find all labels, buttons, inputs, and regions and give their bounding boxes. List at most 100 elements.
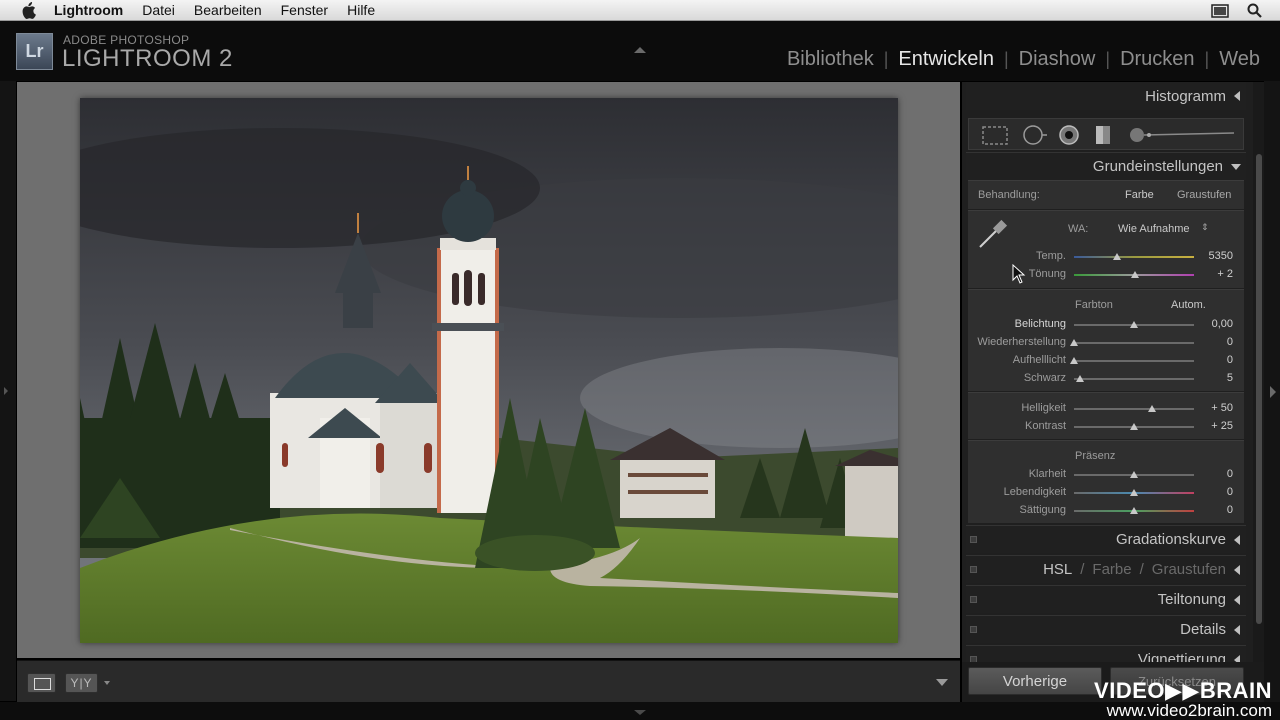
collapse-top-panel-icon[interactable] <box>634 47 646 53</box>
clarity-slider-knob[interactable] <box>1130 471 1138 478</box>
main-toolbar: Y|Y <box>17 660 960 702</box>
brightness-slider-track[interactable] <box>1074 408 1194 410</box>
collapse-arrow-icon <box>1231 163 1241 170</box>
tool-strip <box>968 118 1244 150</box>
section-split-toning[interactable]: Teiltonung <box>966 585 1246 613</box>
treatment-grayscale-button[interactable]: Graustufen <box>1177 189 1231 201</box>
blacks-slider-knob[interactable] <box>1076 375 1084 382</box>
collapse-right-panel-icon[interactable] <box>1270 386 1276 398</box>
before-after-button[interactable]: Y|Y <box>65 673 98 693</box>
expand-arrow-icon <box>1234 564 1240 575</box>
clarity-value[interactable]: 0 <box>1193 468 1233 480</box>
apple-icon[interactable] <box>20 1 36 19</box>
saturation-value[interactable]: 0 <box>1193 504 1233 516</box>
menu-fenster[interactable]: Fenster <box>281 2 328 18</box>
expand-arrow-icon <box>1234 594 1240 605</box>
wb-eyedropper-icon[interactable] <box>976 217 1010 251</box>
brand-main-text: LIGHTROOM 2 <box>62 45 233 72</box>
section-toggle-icon[interactable] <box>970 626 977 633</box>
panel-scrollbar-thumb[interactable] <box>1256 154 1262 624</box>
section-toggle-icon[interactable] <box>970 596 977 603</box>
exposure-label: Belichtung <box>1014 318 1066 330</box>
image-view[interactable] <box>17 82 960 658</box>
loupe-view-button[interactable] <box>27 673 56 693</box>
brightness-slider-knob[interactable] <box>1148 405 1156 412</box>
section-title: Gradationskurve <box>1115 531 1226 548</box>
temp-slider-track[interactable] <box>1074 256 1194 258</box>
blacks-value[interactable]: 5 <box>1193 372 1233 384</box>
module-web[interactable]: Web <box>1209 48 1270 71</box>
contrast-slider-knob[interactable] <box>1130 423 1138 430</box>
fill-light-slider-knob[interactable] <box>1070 357 1078 364</box>
recovery-label: Wiederherstellung <box>977 336 1066 348</box>
tint-value[interactable]: + 2 <box>1193 268 1233 280</box>
expand-filmstrip-icon[interactable] <box>634 710 646 715</box>
expand-arrow-icon <box>1234 654 1240 662</box>
tint-slider-knob[interactable] <box>1131 271 1140 278</box>
previous-settings-button[interactable]: Vorherige <box>968 667 1102 695</box>
menu-app-lightroom[interactable]: Lightroom <box>54 2 123 18</box>
exposure-value[interactable]: 0,00 <box>1193 318 1233 330</box>
menu-datei[interactable]: Datei <box>142 2 175 18</box>
section-details[interactable]: Details <box>966 615 1246 643</box>
section-toggle-icon[interactable] <box>970 536 977 543</box>
section-hsl[interactable]: HSL / Farbe / Graustufen <box>966 555 1246 583</box>
brightness-contrast-group: Helligkeit + 50 Kontrast + 25 <box>968 392 1244 439</box>
hsl-grayscale-tab[interactable]: Graustufen <box>1152 561 1226 578</box>
toolbar-options-dropdown-icon[interactable] <box>936 679 948 686</box>
treatment-group: Behandlung: Farbe Graustufen <box>968 180 1244 209</box>
blacks-label: Schwarz <box>1023 372 1066 384</box>
expand-arrow-icon <box>1234 534 1240 545</box>
menu-bearbeiten[interactable]: Bearbeiten <box>194 2 262 18</box>
expand-left-panel-icon[interactable] <box>4 387 8 395</box>
saturation-slider-knob[interactable] <box>1130 507 1138 514</box>
video2brain-watermark: VIDEO▶▶BRAIN www.video2brain.com <box>1094 680 1272 720</box>
clarity-label: Klarheit <box>1028 468 1066 480</box>
graduated-filter-tool-icon <box>1096 126 1110 144</box>
module-bibliothek[interactable]: Bibliothek <box>777 48 884 71</box>
crop-tool-icon <box>982 126 1008 145</box>
photo-church-landscape[interactable] <box>80 98 898 643</box>
adjustment-brush-tool-icon <box>1130 128 1235 142</box>
treatment-color-button[interactable]: Farbe <box>1125 189 1154 201</box>
recovery-slider-knob[interactable] <box>1070 339 1078 346</box>
before-after-dropdown-icon[interactable] <box>104 681 110 685</box>
menubar-status-area <box>1211 0 1280 21</box>
red-eye-tool-icon <box>1059 125 1079 145</box>
right-develop-panel: Histogramm Grundeinstellungen Behandlung… <box>962 82 1264 662</box>
expand-arrow-icon <box>1234 624 1240 635</box>
vibrance-value[interactable]: 0 <box>1193 486 1233 498</box>
module-diashow[interactable]: Diashow <box>1009 48 1106 71</box>
section-vignette[interactable]: Vignettierung <box>966 645 1246 662</box>
contrast-value[interactable]: + 25 <box>1193 420 1233 432</box>
section-histogram[interactable]: Histogramm <box>966 82 1246 110</box>
recovery-value[interactable]: 0 <box>1193 336 1233 348</box>
wb-preset-select[interactable]: Wie Aufnahme <box>1118 223 1190 235</box>
fill-light-label: Aufhelllicht <box>1012 354 1066 366</box>
section-tone-curve[interactable]: Gradationskurve <box>966 525 1246 553</box>
fill-light-slider-track[interactable] <box>1074 360 1194 362</box>
brightness-value[interactable]: + 50 <box>1193 402 1233 414</box>
auto-tone-button[interactable]: Autom. <box>1171 299 1206 311</box>
wb-select-arrows-icon[interactable]: ⇕ <box>1201 222 1209 233</box>
recovery-slider-track[interactable] <box>1074 342 1194 344</box>
white-balance-group: WA: Wie Aufnahme ⇕ Temp. 5350 Tönung + 2 <box>968 210 1244 288</box>
temp-slider-knob[interactable] <box>1113 253 1122 260</box>
hsl-separator: / <box>1080 561 1085 578</box>
screen-icon[interactable] <box>1211 3 1229 18</box>
saturation-label: Sättigung <box>1019 504 1066 516</box>
fill-light-value[interactable]: 0 <box>1193 354 1233 366</box>
module-entwickeln[interactable]: Entwickeln <box>888 48 1004 71</box>
hsl-tab[interactable]: HSL <box>1043 561 1072 578</box>
spotlight-search-icon[interactable] <box>1247 3 1262 18</box>
hsl-color-tab[interactable]: Farbe <box>1092 561 1131 578</box>
menu-hilfe[interactable]: Hilfe <box>347 2 375 18</box>
temp-value[interactable]: 5350 <box>1193 250 1233 262</box>
section-basic[interactable]: Grundeinstellungen <box>966 152 1246 180</box>
vibrance-slider-knob[interactable] <box>1130 489 1138 496</box>
section-toggle-icon[interactable] <box>970 566 977 573</box>
exposure-slider-knob[interactable] <box>1130 321 1138 328</box>
section-title: Grundeinstellungen <box>1092 158 1223 175</box>
module-drucken[interactable]: Drucken <box>1110 48 1204 71</box>
blacks-slider-track[interactable] <box>1074 378 1194 380</box>
